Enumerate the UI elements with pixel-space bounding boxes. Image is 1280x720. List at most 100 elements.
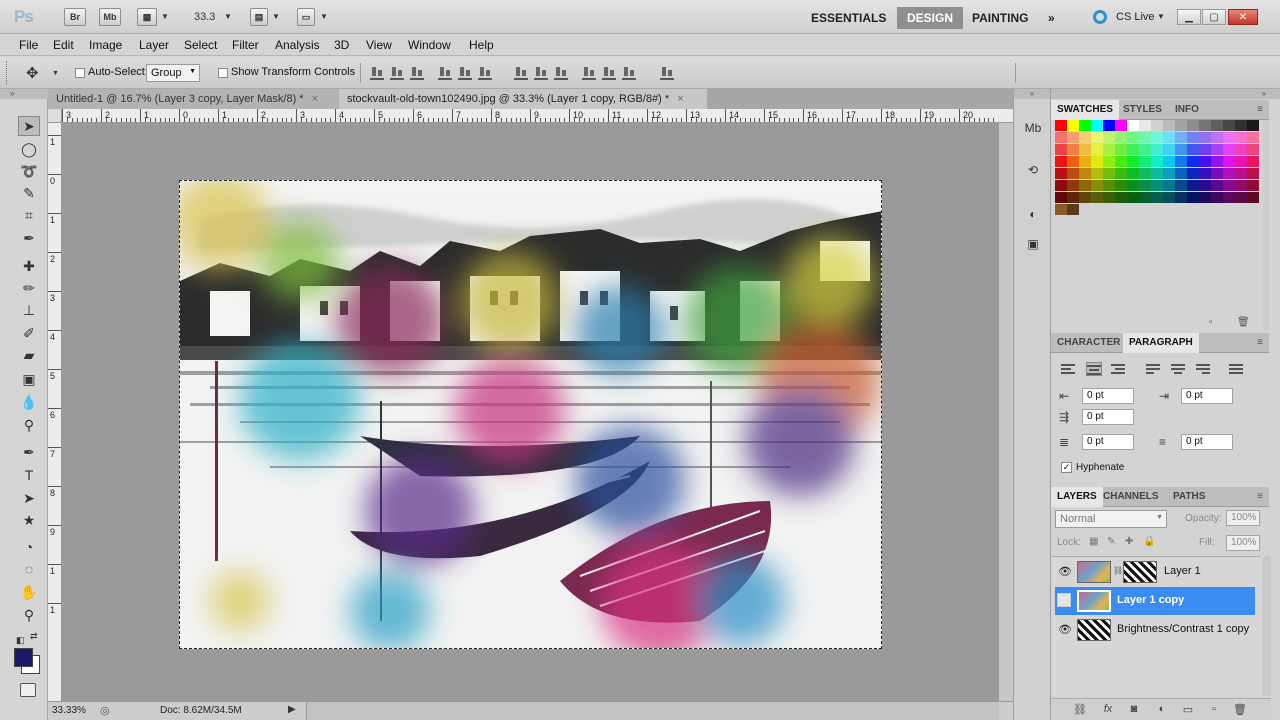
color-swatch[interactable]	[1079, 144, 1091, 155]
layer-row-layer-1-copy[interactable]: Layer 1 copy	[1055, 587, 1255, 615]
color-swatch[interactable]	[1187, 180, 1199, 191]
new-layer-icon[interactable]: ▫	[1207, 703, 1221, 715]
color-swatch[interactable]	[1235, 192, 1247, 203]
collapse-dock-icon[interactable]: »	[1051, 89, 1280, 99]
horizontal-scrollbar[interactable]	[306, 702, 999, 720]
color-swatch[interactable]	[1067, 180, 1079, 191]
layer-mask-thumbnail[interactable]	[1123, 561, 1157, 583]
color-swatch[interactable]	[1175, 192, 1187, 203]
color-swatch[interactable]	[1055, 120, 1067, 131]
color-swatch[interactable]	[1091, 132, 1103, 143]
tab-character[interactable]: CHARACTER	[1051, 333, 1126, 353]
panel-menu-icon[interactable]: ≡	[1257, 104, 1263, 115]
layers-scrollbar[interactable]	[1263, 556, 1271, 696]
color-swatch[interactable]	[1115, 120, 1127, 131]
color-swatch[interactable]	[1235, 144, 1247, 155]
align-bottom-icon[interactable]	[410, 66, 424, 80]
color-swatch[interactable]	[1115, 132, 1127, 143]
color-swatch[interactable]	[1115, 168, 1127, 179]
color-swatch[interactable]	[1211, 204, 1223, 215]
collapse-panel-icon[interactable]: »	[0, 89, 48, 99]
visibility-eye-icon[interactable]: 👁	[1058, 565, 1072, 578]
document-tab-untitled[interactable]: Untitled-1 @ 16.7% (Layer 3 copy, Layer …	[48, 89, 339, 109]
color-swatch[interactable]	[1199, 144, 1211, 155]
align-center-text-icon[interactable]	[1086, 362, 1102, 376]
close-icon[interactable]: ×	[677, 93, 683, 105]
color-swatch[interactable]	[1175, 180, 1187, 191]
color-swatch[interactable]	[1175, 144, 1187, 155]
color-swatch[interactable]	[1079, 204, 1091, 215]
auto-align-layers-icon[interactable]	[660, 66, 674, 80]
color-swatch[interactable]	[1079, 156, 1091, 167]
color-swatch[interactable]	[1115, 144, 1127, 155]
color-swatch[interactable]	[1079, 180, 1091, 191]
lock-position-icon[interactable]: ✚	[1125, 536, 1133, 547]
color-swatch[interactable]	[1091, 204, 1103, 215]
cslive-button[interactable]: CS Live	[1116, 11, 1155, 23]
launch-minibridge-button[interactable]: Mb	[99, 8, 121, 26]
menu-edit[interactable]: Edit	[53, 38, 74, 52]
distribute-top-icon[interactable]	[514, 66, 528, 80]
color-swatch[interactable]	[1223, 120, 1235, 131]
hyphenate-checkbox[interactable]: ✓	[1061, 462, 1072, 473]
color-swatch[interactable]	[1103, 120, 1115, 131]
color-swatch[interactable]	[1247, 204, 1259, 215]
document-tab-stockvault[interactable]: stockvault-old-town102490.jpg @ 33.3% (L…	[339, 89, 707, 109]
color-swatch[interactable]	[1247, 132, 1259, 143]
lock-transparency-icon[interactable]: ▦	[1089, 536, 1098, 547]
minimize-button[interactable]: ▁	[1177, 9, 1201, 25]
type-tool-icon[interactable]: T	[18, 465, 40, 485]
color-swatch[interactable]	[1223, 204, 1235, 215]
layer-row-layer-1[interactable]: 👁 ⛓ Layer 1	[1055, 558, 1255, 586]
color-swatch[interactable]	[1079, 192, 1091, 203]
status-zoom[interactable]: 33.33%	[52, 705, 86, 716]
blur-tool-icon[interactable]: 💧	[18, 392, 40, 412]
color-swatch[interactable]	[1139, 180, 1151, 191]
color-swatch[interactable]	[1055, 156, 1067, 167]
brush-tool-icon[interactable]: ✏	[18, 278, 40, 298]
color-swatch[interactable]	[1223, 144, 1235, 155]
color-swatch[interactable]	[1211, 180, 1223, 191]
close-icon[interactable]: ×	[312, 93, 318, 105]
color-swatch[interactable]	[1151, 120, 1163, 131]
tab-info[interactable]: INFO	[1169, 100, 1205, 120]
align-vertical-center-icon[interactable]	[390, 66, 404, 80]
marquee-tool-icon[interactable]: ◯	[18, 139, 40, 159]
chevron-down-icon[interactable]: ▼	[161, 12, 169, 21]
color-swatch[interactable]	[1247, 192, 1259, 203]
vertical-scrollbar[interactable]	[999, 123, 1013, 701]
grip-handle[interactable]	[6, 61, 10, 85]
menu-image[interactable]: Image	[89, 38, 122, 52]
color-swatch[interactable]	[1079, 120, 1091, 131]
color-swatch[interactable]	[1055, 192, 1067, 203]
history-icon[interactable]: ⟲	[1023, 161, 1043, 179]
color-swatch[interactable]	[1115, 192, 1127, 203]
tab-layers[interactable]: LAYERS	[1051, 487, 1103, 507]
quick-selection-tool-icon[interactable]: ✎	[18, 183, 40, 203]
distribute-left-icon[interactable]	[582, 66, 596, 80]
new-swatch-icon[interactable]: ▫	[1209, 317, 1213, 328]
mask-link-icon[interactable]: ⛓	[1113, 566, 1123, 575]
color-swatch[interactable]	[1223, 132, 1235, 143]
tab-channels[interactable]: CHANNELS	[1097, 487, 1165, 507]
color-swatch[interactable]	[1139, 132, 1151, 143]
gradient-tool-icon[interactable]: ▣	[18, 369, 40, 389]
panel-menu-icon[interactable]: ≡	[1257, 491, 1263, 502]
color-swatch[interactable]	[1163, 120, 1175, 131]
color-swatch[interactable]	[1127, 204, 1139, 215]
delete-layer-icon[interactable]: 🗑	[1233, 703, 1247, 716]
eraser-tool-icon[interactable]: ▰	[18, 345, 40, 365]
color-swatch[interactable]	[1187, 120, 1199, 131]
distribute-bottom-icon[interactable]	[554, 66, 568, 80]
color-swatch[interactable]	[1127, 168, 1139, 179]
crop-tool-icon[interactable]: ⌗	[18, 205, 40, 225]
color-swatch[interactable]	[1223, 156, 1235, 167]
zoom-tool-icon[interactable]: ⚲	[18, 605, 40, 625]
launch-bridge-button[interactable]: Br	[64, 8, 86, 26]
delete-swatch-icon[interactable]: 🗑	[1237, 317, 1250, 328]
justify-last-center-icon[interactable]	[1171, 362, 1187, 376]
layer-row-brightness-contrast[interactable]: 👁 Brightness/Contrast 1 copy	[1055, 616, 1255, 644]
color-swatch[interactable]	[1211, 168, 1223, 179]
ruler-origin[interactable]	[48, 109, 62, 123]
color-swatch[interactable]	[1163, 192, 1175, 203]
